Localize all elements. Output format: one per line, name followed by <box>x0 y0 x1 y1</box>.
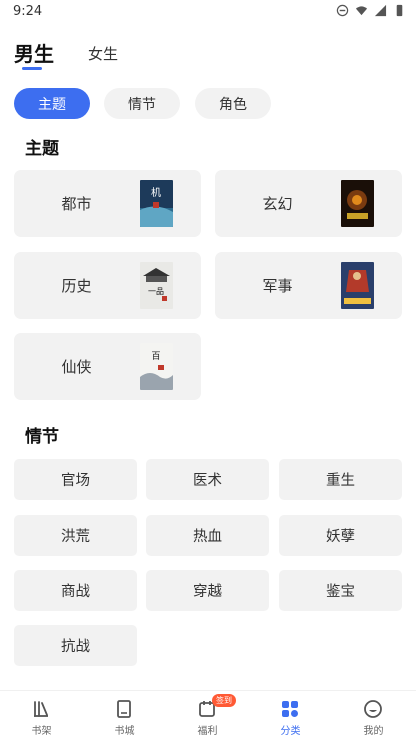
plot-tag[interactable]: 重生 <box>279 459 402 500</box>
nav-welfare[interactable]: 签到 福利 <box>166 691 249 739</box>
theme-card-xianxia[interactable]: 仙侠 百 <box>14 333 201 400</box>
nav-label: 书城 <box>114 726 135 737</box>
book-cover <box>341 262 374 309</box>
nav-label: 福利 <box>197 726 218 737</box>
wifi-icon <box>355 6 368 16</box>
plot-tag[interactable]: 穿越 <box>146 570 269 611</box>
tab-female[interactable]: 女生 <box>88 43 118 64</box>
plot-tag[interactable]: 医术 <box>146 459 269 500</box>
nav-mine[interactable]: 我的 <box>332 691 415 739</box>
theme-card-label: 仙侠 <box>61 359 92 376</box>
theme-card-label: 军事 <box>262 278 293 295</box>
bottom-nav: 书架 书城 签到 福利 分类 我的 <box>0 690 416 739</box>
user-face-icon <box>364 700 382 718</box>
theme-card-junshi[interactable]: 军事 <box>215 252 402 319</box>
cover-title: 一品 <box>148 287 164 296</box>
theme-card-lishi[interactable]: 历史 一品 <box>14 252 201 319</box>
segment-theme[interactable]: 主题 <box>14 88 90 119</box>
nav-bookshelf[interactable]: 书架 <box>0 691 83 739</box>
theme-card-label: 玄幻 <box>262 196 293 213</box>
book-icon <box>117 700 131 718</box>
active-tab-indicator <box>22 67 42 70</box>
section-title-theme: 主题 <box>25 139 59 158</box>
theme-card-label: 历史 <box>61 278 92 295</box>
book-cover: 一品 <box>140 262 173 309</box>
segment-role[interactable]: 角色 <box>195 88 271 119</box>
theme-card-label: 都市 <box>61 196 92 213</box>
signal-icon <box>374 4 387 17</box>
status-time: 9:24 <box>13 4 43 19</box>
book-cover: 百 <box>140 343 173 390</box>
theme-card-dushi[interactable]: 都市 机 <box>14 170 201 237</box>
segment-plot[interactable]: 情节 <box>104 88 180 119</box>
status-icons <box>336 4 406 17</box>
tab-male[interactable]: 男生 <box>14 38 54 67</box>
do-not-disturb-icon <box>336 4 349 17</box>
nav-bookstore[interactable]: 书城 <box>83 691 166 739</box>
status-bar: 9:24 <box>0 0 416 24</box>
plot-tag[interactable]: 商战 <box>14 570 137 611</box>
section-title-plot: 情节 <box>25 427 59 446</box>
nav-category[interactable]: 分类 <box>249 691 332 739</box>
plot-tag[interactable]: 洪荒 <box>14 515 137 556</box>
plot-tag[interactable]: 热血 <box>146 515 269 556</box>
cover-title: 机 <box>151 186 161 199</box>
plot-tag[interactable]: 抗战 <box>14 625 137 666</box>
battery-icon <box>396 4 403 17</box>
gender-tabs: 男生 女生 <box>0 38 416 74</box>
book-cover <box>341 180 374 227</box>
nav-label: 分类 <box>280 726 301 737</box>
cover-title: 百 <box>151 351 160 362</box>
plot-tag[interactable]: 鉴宝 <box>279 570 402 611</box>
grid-icon <box>282 701 298 717</box>
bookshelf-icon <box>34 701 48 717</box>
theme-card-xuanhuan[interactable]: 玄幻 <box>215 170 402 237</box>
book-cover: 机 <box>140 180 173 227</box>
plot-tag[interactable]: 妖孽 <box>279 515 402 556</box>
nav-label: 我的 <box>363 726 384 737</box>
welfare-badge: 签到 <box>212 694 236 707</box>
nav-label: 书架 <box>31 726 52 737</box>
plot-tag[interactable]: 官场 <box>14 459 137 500</box>
